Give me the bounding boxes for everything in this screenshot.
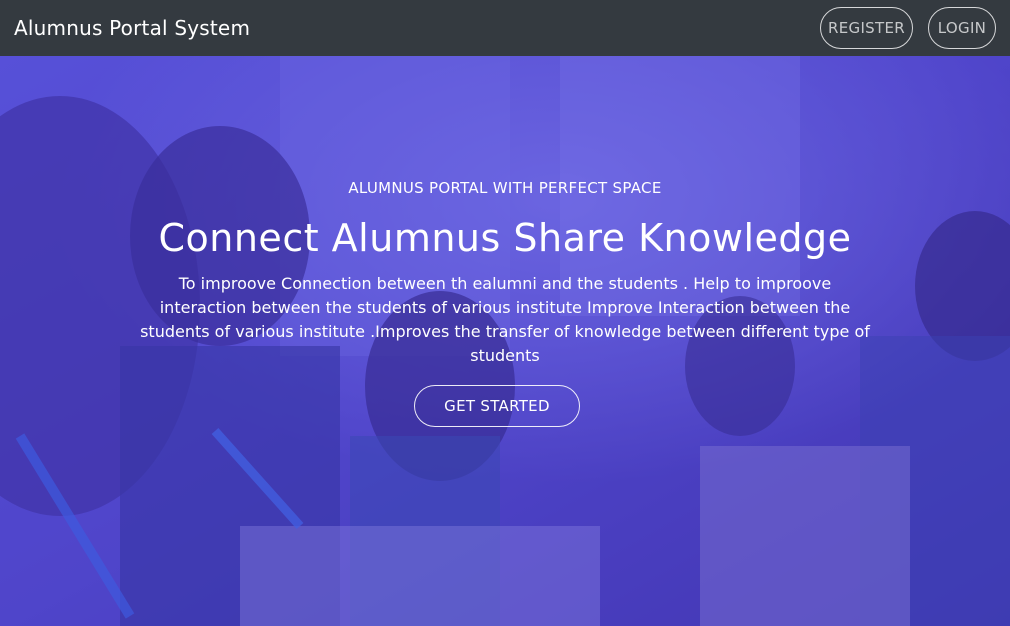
get-started-button[interactable]: GET STARTED xyxy=(414,385,580,427)
brand-title[interactable]: Alumnus Portal System xyxy=(14,16,250,40)
register-button[interactable]: REGISTER xyxy=(820,7,913,49)
nav-actions: REGISTER LOGIN xyxy=(820,7,996,49)
hero-content: ALUMNUS PORTAL WITH PERFECT SPACE Connec… xyxy=(0,56,1010,626)
hero-description: To improove Connection between th ealumn… xyxy=(140,274,870,365)
top-navbar: Alumnus Portal System REGISTER LOGIN xyxy=(0,0,1010,56)
hero-title: Connect Alumnus Share Knowledge xyxy=(158,216,852,260)
hero-subtitle: ALUMNUS PORTAL WITH PERFECT SPACE xyxy=(348,179,662,197)
hero-section: ALUMNUS PORTAL WITH PERFECT SPACE Connec… xyxy=(0,56,1010,626)
login-button[interactable]: LOGIN xyxy=(928,7,996,49)
